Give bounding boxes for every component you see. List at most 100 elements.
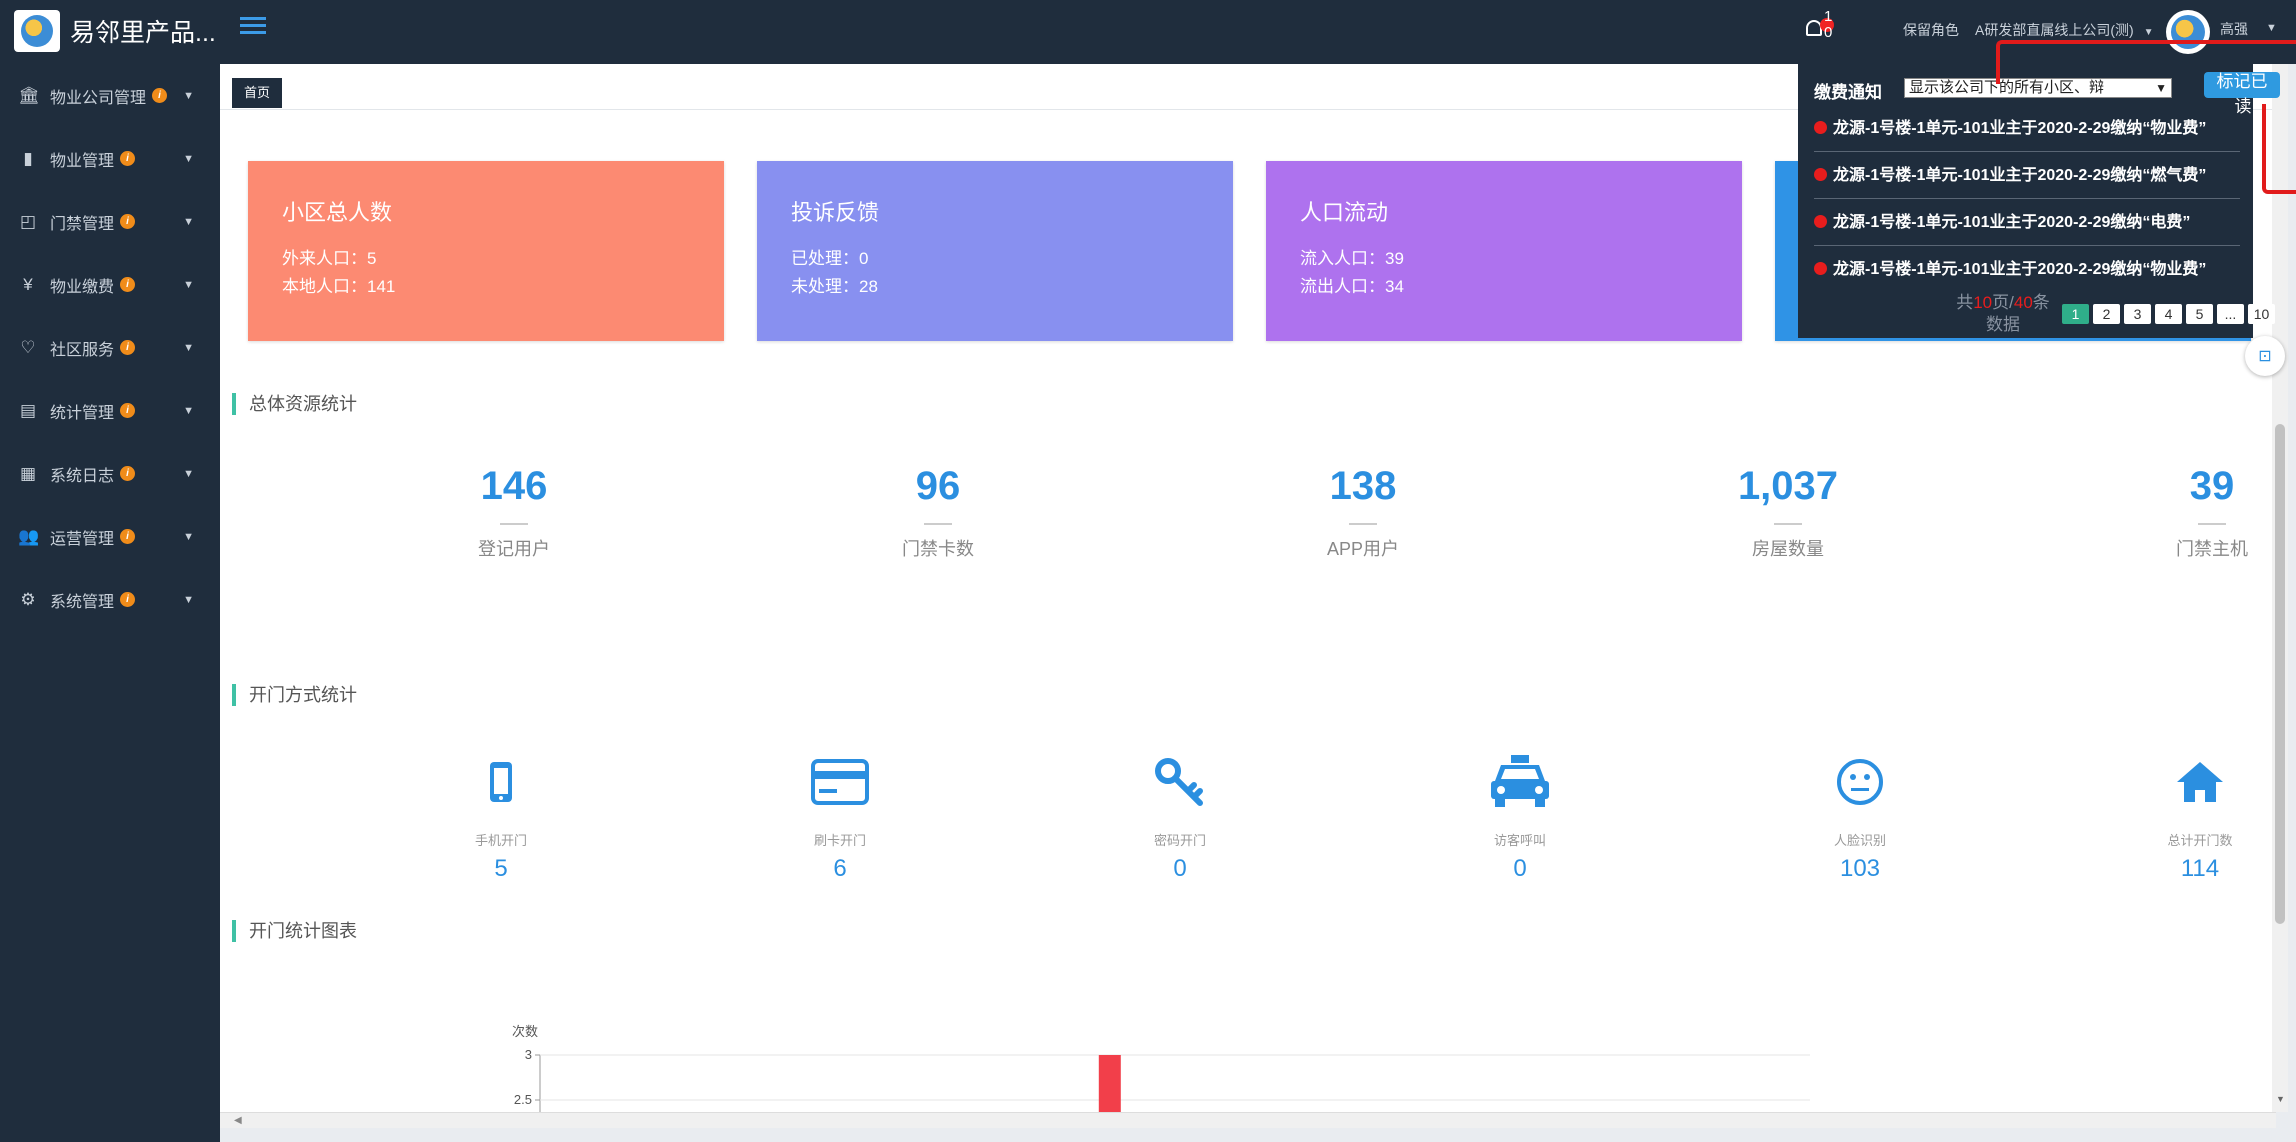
chevron-left-icon[interactable]: ◀ [234, 1115, 242, 1126]
stat-value: 39 [2189, 464, 2235, 508]
info-badge-icon: i [120, 466, 136, 481]
page-button-2[interactable]: 2 [2093, 304, 2120, 324]
company-select[interactable]: A研发部直属线上公司(测) ▼ [1975, 20, 2154, 40]
stat-app-users: 138 APP用户 [1213, 464, 1513, 561]
scan-icon[interactable]: ⊡ [2245, 336, 2285, 376]
phone-icon [371, 754, 631, 810]
card-population[interactable]: 小区总人数 外来人口：5 本地人口：141 [248, 161, 724, 341]
tab-home[interactable]: 首页 [232, 78, 283, 108]
bell-count-top: 1 [1824, 8, 1833, 25]
stat-registered-users: 146 登记用户 [364, 464, 664, 561]
card-title: 人口流动 [1300, 200, 1389, 225]
stat-access-cards: 96 门禁卡数 [788, 464, 1088, 561]
sidebar-item-logs[interactable]: ▦ 系统日志 i ▼ [0, 442, 220, 505]
sidebar-item-label: 社区服务 [50, 341, 115, 359]
face-icon [1730, 754, 1990, 810]
page-button-4[interactable]: 4 [2155, 304, 2182, 324]
building-icon: ▮ [23, 148, 33, 168]
horizontal-scrollbar[interactable]: ◀ [220, 1112, 2276, 1128]
vertical-scrollbar[interactable]: ▼ [2272, 64, 2288, 1112]
chevron-down-icon: ▼ [2143, 27, 2154, 38]
total-mid: 页/ [1992, 293, 2014, 312]
notification-item[interactable]: 龙源-1号楼-1单元-101业主于2020-2-29缴纳“燃气费” [1814, 153, 2240, 199]
sidebar-item-community[interactable]: ♡ 社区服务 i ▼ [0, 316, 220, 379]
menu-toggle-icon[interactable] [240, 14, 266, 40]
annotation-arrow [2262, 104, 2296, 194]
bell-icon[interactable]: 1 0 [1804, 8, 1838, 44]
info-badge-icon: i [120, 340, 136, 355]
page-button-5[interactable]: 5 [2186, 304, 2213, 324]
card-flow[interactable]: 人口流动 流入人口：39 流出人口：34 [1266, 161, 1742, 341]
sidebar-item-system[interactable]: ⚙ 系统管理 i ▼ [0, 568, 220, 631]
app-root: 易邻里产品... 1 0 保留角色 A研发部直属线上公司(测) ▼ 高强 ▼ 🏛 … [0, 0, 2296, 1142]
gear-icon: ⚙ [20, 589, 36, 609]
door-stat-label: 总计开门数 [2167, 833, 2233, 848]
page-button-ellipsis[interactable]: ... [2217, 304, 2244, 324]
annotation-arrow [1996, 40, 2296, 84]
sidebar-item-label: 物业缴费 [50, 278, 115, 296]
sidebar-item-property[interactable]: ▮ 物业管理 i ▼ [0, 127, 220, 190]
card-line: 本地人口：141 [282, 277, 396, 296]
door-stat-total: 总计开门数 114 [2070, 754, 2276, 883]
stat-label: APP用户 [1326, 539, 1400, 559]
scrollbar-thumb[interactable] [2275, 424, 2285, 924]
stat-value: 96 [915, 464, 961, 508]
stat-value: 1,037 [1737, 464, 1839, 508]
unread-dot-icon [1814, 215, 1827, 228]
notification-title: 缴费通知 [1814, 83, 1882, 102]
sidebar-item-label: 统计管理 [50, 404, 115, 422]
gate-icon: ◰ [19, 211, 37, 231]
door-stat-label: 刷卡开门 [813, 833, 866, 848]
chart-tick-label: 3 [525, 1047, 532, 1062]
info-badge-icon: i [120, 529, 136, 544]
door-stat-label: 访客呼叫 [1493, 833, 1546, 848]
page-button-1[interactable]: 1 [2062, 304, 2089, 324]
section-title-door-chart: 开门统计图表 [232, 920, 357, 942]
sidebar-item-property-company[interactable]: 🏛 物业公司管理 i ▼ [0, 64, 220, 127]
stat-door-hosts: 39 门禁主机 [2062, 464, 2276, 561]
notification-item[interactable]: 龙源-1号楼-1单元-101业主于2020-2-29缴纳“物业费” [1814, 106, 2240, 152]
notification-panel: 缴费通知 显示该公司下的所有小区、辩 ▼ 标记已 读 龙源-1号楼-1单元-10… [1798, 64, 2280, 338]
report-icon: ▤ [19, 400, 37, 420]
door-stat-label: 人脸识别 [1833, 833, 1886, 848]
notification-item[interactable]: 龙源-1号楼-1单元-101业主于2020-2-29缴纳“物业费” [1814, 247, 2240, 293]
stat-label: 门禁卡数 [902, 539, 974, 559]
info-badge-icon: i [120, 403, 136, 418]
sidebar-item-payment[interactable]: ¥ 物业缴费 i ▼ [0, 253, 220, 316]
stat-value: 146 [480, 464, 548, 508]
card-line: 外来人口：5 [282, 249, 377, 268]
notification-text: 龙源-1号楼-1单元-101业主于2020-2-29缴纳“燃气费” [1833, 167, 2207, 184]
card-icon [710, 754, 970, 810]
stat-label: 登记用户 [478, 539, 550, 559]
notification-item[interactable]: 龙源-1号楼-1单元-101业主于2020-2-29缴纳“电费” [1814, 200, 2240, 246]
info-badge-icon: i [120, 592, 136, 607]
card-line: 流出人口：34 [1300, 277, 1404, 296]
users-icon: 👥 [18, 526, 40, 546]
chevron-down-icon[interactable]: ▼ [2266, 22, 2277, 34]
total-pages: 10 [1973, 293, 1993, 312]
door-stat-value: 5 [494, 855, 508, 882]
chevron-down-icon[interactable]: ▼ [2276, 1094, 2285, 1104]
sidebar-item-statistics[interactable]: ▤ 统计管理 i ▼ [0, 379, 220, 442]
chevron-down-icon: ▼ [183, 404, 194, 417]
log-icon: ▦ [19, 463, 37, 483]
stat-label: 房屋数量 [1752, 539, 1824, 559]
page-button-3[interactable]: 3 [2124, 304, 2151, 324]
info-badge-icon: i [120, 151, 136, 166]
door-stat-card: 刷卡开门 6 [710, 754, 970, 883]
chevron-down-icon: ▼ [183, 341, 194, 354]
role-label[interactable]: 保留角色 [1903, 20, 1959, 40]
logo[interactable]: 易邻里产品... [14, 10, 216, 52]
sidebar-item-operations[interactable]: 👥 运营管理 i ▼ [0, 505, 220, 568]
page-button-10[interactable]: 10 [2248, 304, 2275, 324]
door-stat-value: 0 [1173, 855, 1187, 882]
section-title-resources: 总体资源统计 [232, 393, 357, 415]
chevron-down-icon: ▼ [183, 152, 194, 165]
door-stat-value: 6 [833, 855, 847, 882]
sidebar-item-label: 系统管理 [50, 593, 115, 611]
unread-dot-icon [1814, 262, 1827, 275]
door-stat-phone: 手机开门 5 [371, 754, 631, 883]
card-complaints[interactable]: 投诉反馈 已处理：0 未处理：28 [757, 161, 1233, 341]
sidebar-item-access[interactable]: ◰ 门禁管理 i ▼ [0, 190, 220, 253]
username[interactable]: 高强 [2220, 19, 2248, 39]
